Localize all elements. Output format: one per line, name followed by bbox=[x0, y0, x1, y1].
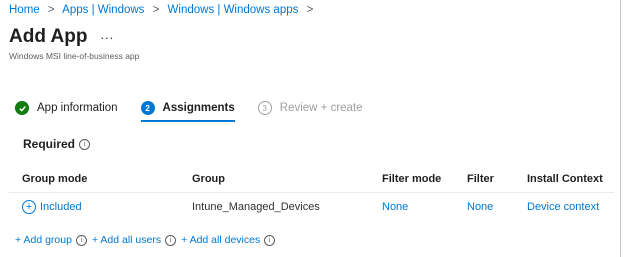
tab-label: Review + create bbox=[279, 102, 363, 114]
group-mode-value: Included bbox=[40, 201, 82, 213]
assignment-actions: + Add group i + Add all users i + Add al… bbox=[15, 234, 280, 246]
group-mode-link[interactable]: + Included bbox=[22, 200, 192, 214]
section-title-text: Required bbox=[23, 137, 76, 151]
breadcrumb-home[interactable]: Home bbox=[9, 4, 40, 16]
breadcrumb-apps-windows[interactable]: Apps | Windows bbox=[62, 4, 144, 16]
add-all-devices-link[interactable]: + Add all devices bbox=[181, 234, 260, 246]
tab-review-create[interactable]: 3 Review + create bbox=[257, 101, 363, 119]
page-subtitle: Windows MSI line-of-business app bbox=[9, 51, 140, 61]
info-icon[interactable]: i bbox=[165, 234, 177, 246]
install-context-link[interactable]: Device context bbox=[527, 201, 614, 213]
tab-app-information[interactable]: App information bbox=[15, 101, 118, 119]
more-options-button[interactable]: ... bbox=[100, 27, 114, 42]
group-cell: Intune_Managed_Devices bbox=[192, 201, 320, 213]
info-icon[interactable]: i bbox=[75, 234, 87, 246]
step-number-icon: 2 bbox=[140, 101, 155, 115]
breadcrumb: Home > Apps | Windows > Windows | Window… bbox=[9, 4, 318, 16]
wizard-tabs: App information 2 Assignments 3 Review +… bbox=[15, 101, 386, 122]
checkmark-icon bbox=[15, 101, 29, 115]
tab-label: Assignments bbox=[162, 102, 235, 114]
filter-mode-link[interactable]: None bbox=[382, 201, 467, 213]
column-header-filter: Filter bbox=[467, 173, 494, 185]
breadcrumb-separator: > bbox=[306, 4, 314, 16]
column-header-group: Group bbox=[192, 173, 225, 185]
tab-assignments[interactable]: 2 Assignments bbox=[140, 101, 235, 122]
add-group-link[interactable]: + Add group bbox=[15, 234, 72, 246]
info-icon[interactable]: i bbox=[264, 234, 276, 246]
assignments-table: Group mode Group Filter mode Filter Inst… bbox=[9, 166, 614, 221]
section-title-required: Required i bbox=[23, 137, 91, 151]
filter-link[interactable]: None bbox=[467, 201, 527, 213]
add-circle-icon: + bbox=[22, 200, 36, 214]
column-header-install-context: Install Context bbox=[527, 173, 603, 185]
panel-border bbox=[620, 0, 621, 257]
title-row: Add App ... bbox=[9, 26, 114, 48]
step-number-icon: 3 bbox=[257, 101, 272, 115]
column-header-group-mode: Group mode bbox=[22, 173, 88, 185]
group-mode-cell[interactable]: + Included bbox=[9, 200, 192, 214]
breadcrumb-windows-apps[interactable]: Windows | Windows apps bbox=[168, 4, 299, 16]
table-header-row: Group mode Group Filter mode Filter Inst… bbox=[9, 166, 614, 193]
page-title: Add App bbox=[9, 26, 88, 47]
info-icon[interactable]: i bbox=[79, 138, 91, 150]
breadcrumb-separator: > bbox=[152, 4, 160, 16]
column-header-filter-mode: Filter mode bbox=[382, 173, 442, 185]
table-row: + Included Intune_Managed_Devices None N… bbox=[9, 193, 614, 221]
tab-label: App information bbox=[37, 102, 118, 114]
breadcrumb-separator: > bbox=[47, 4, 55, 16]
add-all-users-link[interactable]: + Add all users bbox=[92, 234, 161, 246]
